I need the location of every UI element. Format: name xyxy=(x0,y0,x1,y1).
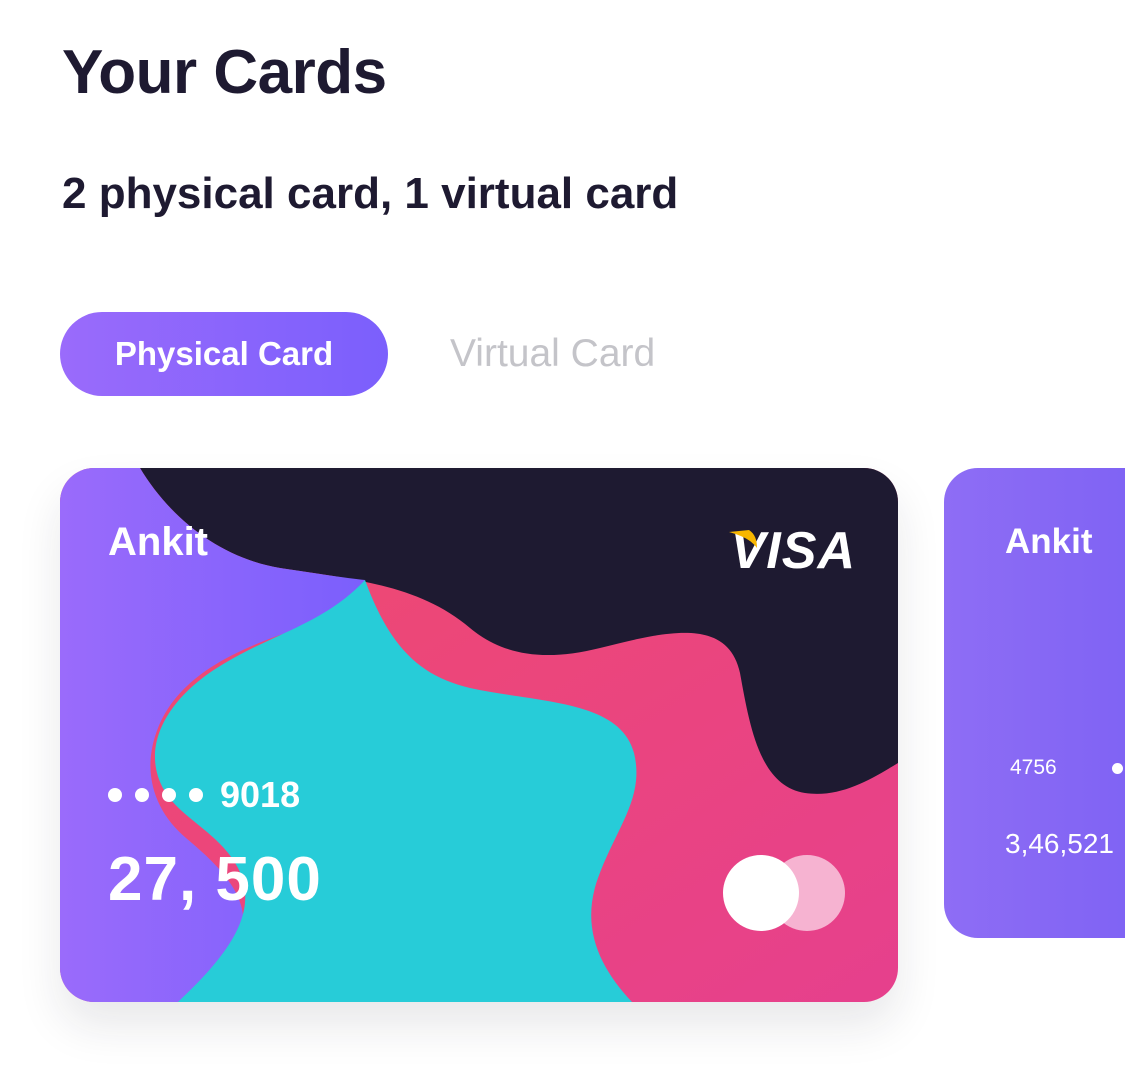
mask-dot xyxy=(108,788,122,802)
card-balance: 3,46,521 xyxy=(1005,828,1114,859)
mastercard-icon xyxy=(723,855,845,931)
physical-card-primary[interactable]: Ankit VISA 9018 27, 500 xyxy=(60,468,898,1002)
card-number-start: 4756 xyxy=(1010,756,1057,779)
tab-physical-card[interactable]: Physical Card xyxy=(60,312,388,396)
mask-dot xyxy=(1112,763,1123,774)
tab-virtual-card[interactable]: Virtual Card xyxy=(450,332,655,376)
card-type-tabs: Physical Card Virtual Card xyxy=(60,312,655,396)
cards-summary: 2 physical card, 1 virtual card xyxy=(62,169,679,218)
mask-dot xyxy=(135,788,149,802)
visa-logo: VISA xyxy=(728,525,856,577)
visa-flag-icon xyxy=(728,530,757,548)
card-holder-name: Ankit xyxy=(1005,522,1093,561)
mask-dot xyxy=(162,788,176,802)
mask-dot xyxy=(189,788,203,802)
card-last4: 9018 xyxy=(220,774,301,815)
card-number-masked: 9018 xyxy=(108,774,300,816)
physical-card-secondary[interactable]: Ankit 4756 3,46,521 xyxy=(944,468,1125,938)
cards-screen: Your Cards 2 physical card, 1 virtual ca… xyxy=(0,0,1125,1086)
card-holder-name: Ankit xyxy=(108,520,208,564)
card-balance: 27, 500 xyxy=(108,845,322,914)
page-title: Your Cards xyxy=(62,38,387,107)
